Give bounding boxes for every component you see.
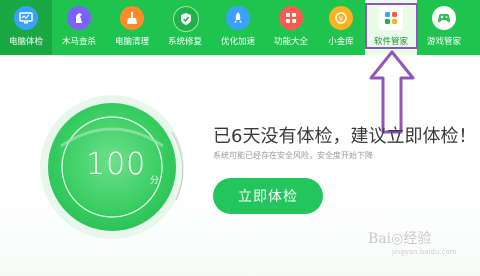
nav-label: 系统修复 bbox=[167, 37, 202, 47]
nav-item-pc-cleanup[interactable]: 电脑清理 bbox=[106, 0, 158, 55]
watermark-logo: Bai◎经验 bbox=[368, 231, 432, 247]
nav-item-system-repair[interactable]: 系统修复 bbox=[159, 0, 211, 55]
watermark-url: jingyan.baidu.com bbox=[392, 248, 457, 256]
nav-label: 电脑清理 bbox=[114, 37, 149, 47]
svg-text:¥: ¥ bbox=[339, 15, 344, 23]
nav-item-all-features[interactable]: 功能大全 bbox=[265, 0, 317, 55]
nav-item-trojan-scan[interactable]: 木马查杀 bbox=[53, 0, 105, 55]
health-score-unit: 分 bbox=[150, 176, 160, 186]
checkup-subtext: 系统可能已经存在安全风险，安全度开始下降 bbox=[213, 151, 373, 160]
nav-item-game-manager[interactable]: 游戏管家 bbox=[418, 0, 470, 55]
nav-label: 木马查杀 bbox=[61, 37, 96, 47]
nav-label: 优化加速 bbox=[220, 37, 255, 47]
shield-icon bbox=[173, 6, 199, 32]
gamepad-icon bbox=[432, 6, 456, 30]
grid-icon bbox=[279, 6, 303, 30]
checkup-headline: 已6天没有体检，建议立即体检！ bbox=[213, 126, 477, 147]
broom-icon bbox=[120, 6, 144, 30]
nav-label: 电脑体检 bbox=[8, 37, 43, 47]
nav-label: 游戏管家 bbox=[426, 37, 461, 47]
nav-item-pc-checkup[interactable]: 电脑体检 bbox=[0, 0, 52, 55]
nav-item-small-vault[interactable]: ¥ 小金库 bbox=[315, 0, 367, 55]
check-now-button[interactable]: 立即体检 bbox=[213, 178, 323, 214]
rocket-icon bbox=[226, 6, 250, 30]
nav-label: 小金库 bbox=[328, 37, 354, 47]
monitor-icon bbox=[14, 6, 38, 30]
horse-icon bbox=[67, 6, 91, 30]
annotation-highlight-box bbox=[365, 3, 418, 49]
coin-icon: ¥ bbox=[329, 6, 353, 30]
health-score-value: 100 bbox=[86, 147, 147, 182]
nav-item-optimize-speedup[interactable]: 优化加速 bbox=[212, 0, 264, 55]
nav-label: 功能大全 bbox=[273, 37, 308, 47]
